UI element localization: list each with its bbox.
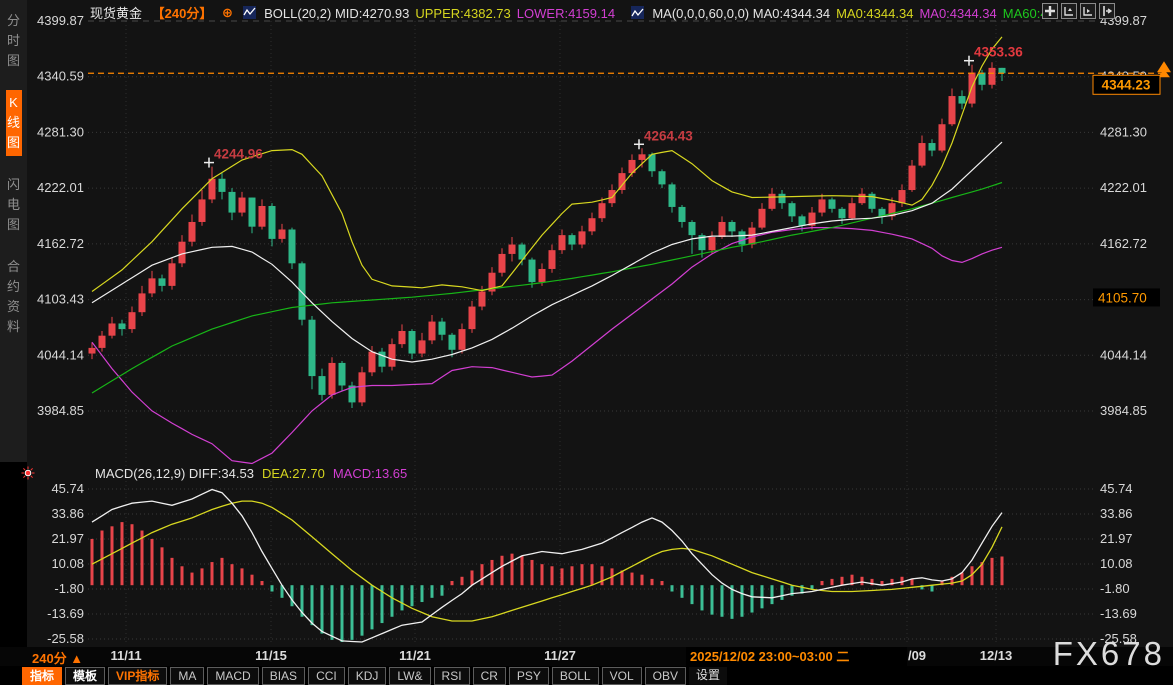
macd-value-1: DEA:27.70 (262, 466, 325, 481)
ma-values: MA(0,0,0,60,0,0) MA0:4344.34 MA0:4344.34 M… (652, 4, 1053, 19)
exit-fullscreen-icon[interactable] (1099, 3, 1115, 19)
toolbar-item-KDJ[interactable]: KDJ (348, 667, 387, 685)
move-tool-icon[interactable] (1042, 3, 1058, 19)
date-label-11-15: 11/15 (255, 648, 287, 663)
toolbar-item-VOL[interactable]: VOL (602, 667, 642, 685)
toolbar-item-指标[interactable]: 指标 (22, 667, 62, 685)
toolbar-item-LW&[interactable]: LW& (389, 667, 430, 685)
fx678-watermark: FX678 (1053, 635, 1165, 673)
scale-right-icon[interactable] (1080, 3, 1096, 19)
macd-value-0: MACD(26,12,9) DIFF:34.53 (95, 466, 254, 481)
toolbar-item-BIAS[interactable]: BIAS (262, 667, 305, 685)
sidebar-item-闪电图[interactable]: 闪电图 (6, 172, 22, 238)
boll-value-1: UPPER:4382.73 (415, 6, 510, 21)
svg-text:4044.14: 4044.14 (1100, 347, 1147, 362)
indicator-toolbar: 指标模板VIP指标MAMACDBIASCCIKDJLW&RSICRPSYBOLL… (22, 667, 727, 685)
toolbar-item-BOLL[interactable]: BOLL (552, 667, 599, 685)
app-root: 4399.874399.874340.594340.594281.304281.… (0, 0, 1173, 685)
macd-indicator-header: MACD(26,12,9) DIFF:34.53 DEA:27.70 MACD:13… (95, 466, 415, 481)
svg-text:21.97: 21.97 (51, 531, 84, 546)
svg-text:-25.58: -25.58 (47, 631, 84, 646)
toolbar-item-PSY[interactable]: PSY (509, 667, 549, 685)
toolbar-item-VIP指标[interactable]: VIP指标 (108, 667, 167, 685)
svg-text:3984.85: 3984.85 (37, 403, 84, 418)
svg-text:4222.01: 4222.01 (37, 180, 84, 195)
indicator-topbar: 现货黄金 【240分】 ⊕ BOLL(20,2) MID:4270.93 UPPE… (90, 3, 1060, 20)
svg-text:45.74: 45.74 (1100, 481, 1133, 496)
svg-text:4353.36: 4353.36 (974, 45, 1023, 60)
ma-value-0: MA(0,0,0,60,0,0) MA0:4344.34 (652, 6, 830, 21)
scale-up-icon[interactable] (1061, 3, 1077, 19)
sidebar-item-K线图[interactable]: K线图 (6, 90, 22, 156)
svg-text:4244.96: 4244.96 (214, 147, 263, 162)
svg-text:4105.70: 4105.70 (1098, 290, 1147, 305)
toolbar-item-模板[interactable]: 模板 (65, 667, 105, 685)
svg-text:33.86: 33.86 (1100, 506, 1133, 521)
date-label-11-21: 11/21 (399, 648, 431, 663)
svg-text:45.74: 45.74 (51, 481, 84, 496)
svg-text:33.86: 33.86 (51, 506, 84, 521)
date-label-12-13: 12/13 (980, 648, 1013, 663)
svg-text:21.97: 21.97 (1100, 531, 1133, 546)
toolbar-item-MA[interactable]: MA (170, 667, 204, 685)
svg-text:4281.30: 4281.30 (1100, 124, 1147, 139)
date-label--09: /09 (908, 648, 926, 663)
chart-canvas[interactable]: 4399.874399.874340.594340.594281.304281.… (0, 0, 1173, 685)
svg-text:-1.80: -1.80 (54, 581, 84, 596)
boll-value-0: BOLL(20,2) MID:4270.93 (264, 6, 409, 21)
ma-indicator-icon[interactable] (631, 6, 644, 19)
svg-text:4340.59: 4340.59 (37, 69, 84, 84)
svg-text:-1.80: -1.80 (1100, 581, 1130, 596)
chart-window-controls (1042, 3, 1115, 19)
svg-text:4162.72: 4162.72 (1100, 236, 1147, 251)
svg-text:10.08: 10.08 (1100, 556, 1133, 571)
toolbar-item-RSI[interactable]: RSI (434, 667, 470, 685)
svg-text:4344.23: 4344.23 (1102, 77, 1151, 92)
svg-text:4222.01: 4222.01 (1100, 180, 1147, 195)
svg-text:4281.30: 4281.30 (37, 124, 84, 139)
svg-text:4162.72: 4162.72 (37, 236, 84, 251)
date-label-11-27: 11/27 (544, 648, 576, 663)
ma-value-1: MA0:4344.34 (836, 6, 913, 21)
toolbar-item-CR[interactable]: CR (473, 667, 506, 685)
toolbar-item-设置[interactable]: 设置 (689, 667, 727, 685)
boll-values: BOLL(20,2) MID:4270.93 UPPER:4382.73 LOWER… (264, 4, 621, 19)
boll-indicator-icon[interactable] (243, 6, 256, 19)
timeframe-selector[interactable]: 240分 ▲ (32, 648, 83, 667)
panel-divider-icon (22, 467, 35, 480)
date-label-11-11: 11/11 (110, 648, 141, 663)
svg-text:4044.14: 4044.14 (37, 347, 84, 362)
compass-icon[interactable]: ⊕ (222, 5, 233, 20)
toolbar-item-OBV[interactable]: OBV (645, 667, 686, 685)
svg-text:3984.85: 3984.85 (1100, 403, 1147, 418)
toolbar-item-MACD[interactable]: MACD (207, 667, 258, 685)
svg-text:4103.43: 4103.43 (37, 292, 84, 307)
ma-value-2: MA0:4344.34 (919, 6, 996, 21)
toolbar-item-CCI[interactable]: CCI (308, 667, 345, 685)
svg-text:-13.69: -13.69 (47, 606, 84, 621)
period-label: 【240分】 (152, 6, 213, 21)
svg-text:-13.69: -13.69 (1100, 606, 1137, 621)
ma-value-3: MA60:4 (1003, 6, 1048, 21)
sidebar: 分时图 K线图闪电图合约资料 (0, 0, 27, 462)
sidebar-item-合约资料[interactable]: 合约资料 (6, 254, 22, 340)
svg-text:4399.87: 4399.87 (37, 13, 84, 28)
svg-text:4264.43: 4264.43 (644, 128, 693, 143)
svg-text:10.08: 10.08 (51, 556, 84, 571)
crosshair-date-tooltip: 2025/12/02 23:00~03:00 二 (686, 647, 907, 666)
time-axis: 240分 ▲ 2025/12/02 23:00~03:00 二 11/11 11/… (0, 647, 1173, 666)
macd-value-2: MACD:13.65 (333, 466, 407, 481)
boll-value-2: LOWER:4159.14 (517, 6, 615, 21)
sidebar-item-分时图[interactable]: 分时图 (6, 8, 22, 74)
instrument-title: 现货黄金 (90, 6, 142, 21)
